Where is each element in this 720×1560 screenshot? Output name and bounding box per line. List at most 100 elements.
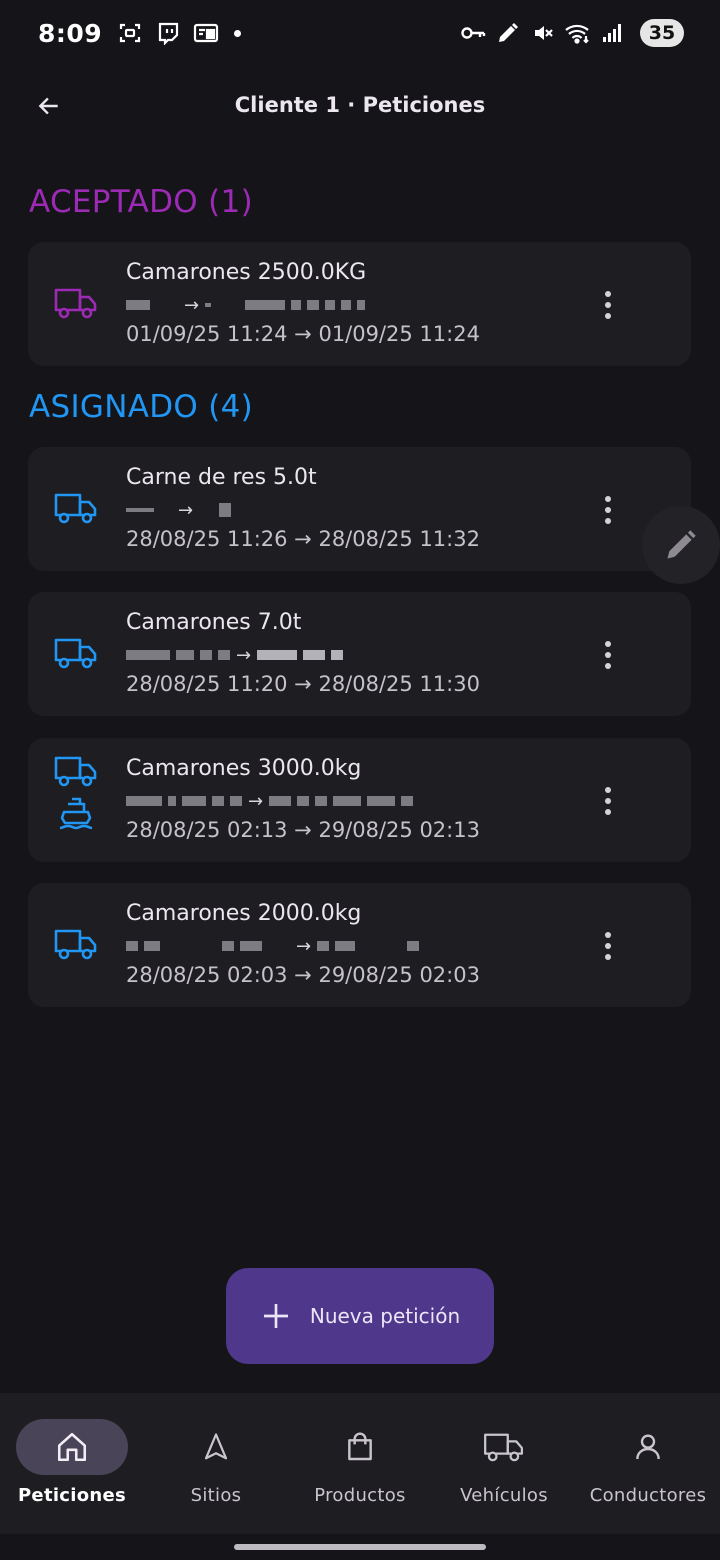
nav-label: Sitios <box>190 1485 242 1506</box>
nav-indicator <box>592 1419 704 1475</box>
pen-icon <box>494 20 522 46</box>
request-card[interactable]: Camarones 7.0t → 28/08/25 11:20 → 28/08/… <box>28 592 691 716</box>
redacted-text <box>357 300 366 310</box>
request-title: Camarones 7.0t <box>126 610 302 635</box>
nav-item-vehiculos[interactable]: Vehículos <box>432 1393 576 1534</box>
back-button[interactable] <box>30 87 68 125</box>
navigation-icon <box>204 1433 228 1460</box>
arrow-left-icon <box>38 97 58 115</box>
more-options-button[interactable] <box>599 495 617 525</box>
redacted-text <box>341 300 352 310</box>
key-icon <box>459 20 487 46</box>
request-route: → <box>126 294 366 316</box>
redacted-text <box>218 650 230 660</box>
nav-indicator <box>160 1419 272 1475</box>
truck-icon <box>54 286 98 324</box>
new-request-label: Nueva petición <box>309 1304 461 1328</box>
mute-icon <box>529 20 557 46</box>
request-card[interactable]: Camarones 2500.0KG → 01/09/25 11:24 → 01… <box>28 242 691 366</box>
request-title: Camarones 3000.0kg <box>126 756 362 781</box>
redacted-text <box>182 796 206 806</box>
battery-indicator: 35 <box>640 19 684 47</box>
request-route: → <box>126 644 344 666</box>
route-arrow: → <box>248 790 264 812</box>
redacted-text <box>205 303 212 307</box>
nav-indicator <box>448 1419 560 1475</box>
section-title-assigned: ASIGNADO (4) <box>29 389 254 425</box>
redacted-text <box>401 796 414 806</box>
route-arrow: → <box>236 644 252 666</box>
app-bar: Cliente 1 · Peticiones <box>0 70 720 140</box>
redacted-text <box>144 941 160 951</box>
nav-label: Vehículos <box>460 1485 548 1506</box>
more-options-button[interactable] <box>599 786 617 816</box>
request-title: Carne de res 5.0t <box>126 465 317 490</box>
truck-icon <box>484 1433 524 1462</box>
more-options-button[interactable] <box>599 290 617 320</box>
redacted-text <box>367 796 396 806</box>
redacted-destination <box>317 941 330 951</box>
redacted-destination <box>245 300 286 310</box>
redacted-text <box>222 941 234 951</box>
redacted-text <box>407 941 420 951</box>
wifi-icon <box>564 20 592 46</box>
redacted-text <box>315 796 328 806</box>
more-options-button[interactable] <box>599 931 617 961</box>
redacted-text <box>291 300 302 310</box>
redacted-text <box>230 796 242 806</box>
nav-item-peticiones[interactable]: Peticiones <box>0 1393 144 1534</box>
page-title: Cliente 1 · Peticiones <box>234 93 486 117</box>
truck-icon <box>54 636 98 674</box>
redacted-text <box>176 650 194 660</box>
notification-dot <box>234 29 242 37</box>
nav-item-conductores[interactable]: Conductores <box>576 1393 720 1534</box>
request-card[interactable]: Camarones 3000.0kg → 28/08/25 02:13 → 29… <box>28 738 691 862</box>
redacted-text <box>297 796 310 806</box>
redacted-text <box>200 650 212 660</box>
request-title: Camarones 2500.0KG <box>126 260 367 285</box>
request-card[interactable]: Camarones 2000.0kg → 28/08/25 02:03 → 29… <box>28 883 691 1007</box>
nav-item-productos[interactable]: Productos <box>288 1393 432 1534</box>
nav-item-sitios[interactable]: Sitios <box>144 1393 288 1534</box>
redacted-text <box>333 796 362 806</box>
status-bar: 8:09 35 <box>0 0 720 66</box>
redacted-destination <box>269 796 292 806</box>
truck-icon <box>54 754 98 792</box>
redacted-origin <box>126 941 138 951</box>
section-title-accepted: ACEPTADO (1) <box>29 184 253 220</box>
request-dates: 01/09/25 11:24 → 01/09/25 11:24 <box>126 322 480 346</box>
more-options-button[interactable] <box>599 640 617 670</box>
nav-label: Productos <box>314 1485 406 1506</box>
route-arrow: → <box>184 294 200 316</box>
redacted-origin <box>126 650 170 660</box>
truck-icon <box>54 927 98 965</box>
request-route: → <box>126 790 414 812</box>
redacted-origin <box>126 508 154 512</box>
person-icon <box>636 1434 660 1460</box>
bottom-navigation: Peticiones Sitios Productos Vehículos Co… <box>0 1393 720 1534</box>
nav-indicator <box>16 1419 128 1475</box>
status-bar-left: 8:09 <box>38 18 242 48</box>
home-indicator[interactable] <box>234 1544 486 1550</box>
screenshot-icon <box>116 20 144 46</box>
request-card[interactable]: Carne de res 5.0t → 28/08/25 11:26 → 28/… <box>28 447 691 571</box>
route-arrow: → <box>296 935 312 957</box>
status-bar-right: 35 <box>459 19 684 47</box>
request-dates: 28/08/25 11:20 → 28/08/25 11:30 <box>126 672 480 696</box>
pencil-icon <box>667 530 696 559</box>
nav-indicator <box>304 1419 416 1475</box>
request-dates: 28/08/25 02:13 → 29/08/25 02:13 <box>126 818 480 842</box>
nav-label: Conductores <box>589 1485 707 1506</box>
shopping-bag-icon <box>348 1432 372 1461</box>
new-request-button[interactable]: Nueva petición <box>226 1268 494 1364</box>
twitch-icon <box>154 20 182 46</box>
request-route: → <box>126 499 232 521</box>
edit-button[interactable] <box>642 506 720 584</box>
cast-icon <box>192 20 220 46</box>
gesture-bar <box>0 1534 720 1560</box>
request-dates: 28/08/25 02:03 → 29/08/25 02:03 <box>126 963 480 987</box>
status-time: 8:09 <box>38 18 103 48</box>
signal-icon <box>599 20 627 46</box>
request-title: Camarones 2000.0kg <box>126 901 362 926</box>
request-dates: 28/08/25 11:26 → 28/08/25 11:32 <box>126 527 480 551</box>
